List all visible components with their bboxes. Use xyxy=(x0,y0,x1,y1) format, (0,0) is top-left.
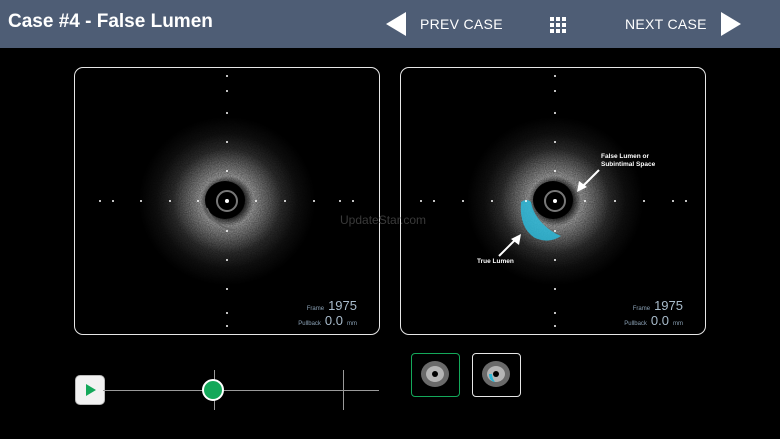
thumbnail-annotated[interactable] xyxy=(472,353,521,397)
ivus-image-right xyxy=(420,75,687,327)
thumbnail-annotated-image xyxy=(482,361,510,387)
thumbnail-original[interactable] xyxy=(411,353,460,397)
frame-readout-left: Frame 1975 Pullback 0.0 mm xyxy=(298,298,357,328)
thumbnail-ivus-image xyxy=(421,361,449,387)
frame-label: Frame xyxy=(306,306,325,312)
slider-tick xyxy=(343,370,344,410)
false-lumen-annotation-line2: Subintimal Space xyxy=(601,161,656,168)
grid-icon[interactable] xyxy=(550,17,566,33)
play-button[interactable] xyxy=(75,375,105,405)
case-title: Case #4 - False Lumen xyxy=(8,11,213,32)
pullback-unit: mm xyxy=(673,321,683,327)
prev-case-button[interactable]: PREV CASE xyxy=(386,12,503,36)
top-bar: Case #4 - False Lumen PREV CASE NEXT CAS… xyxy=(0,0,780,48)
ivus-view-left: Frame 1975 Pullback 0.0 mm xyxy=(74,67,380,335)
triangle-left-icon xyxy=(386,12,406,36)
triangle-right-icon xyxy=(720,12,741,36)
false-lumen-annotation-line1: False Lumen or xyxy=(601,153,650,160)
prev-case-label: PREV CASE xyxy=(420,16,503,32)
frame-value: 1975 xyxy=(654,298,683,313)
watermark: UpdateStar.com xyxy=(340,213,427,227)
frame-value: 1975 xyxy=(328,298,357,313)
ivus-view-right-annotated: False Lumen or Subintimal Space True Lum… xyxy=(400,67,706,335)
ivus-image-left xyxy=(99,75,354,327)
pullback-value: 0.0 xyxy=(324,313,343,328)
pullback-label: Pullback xyxy=(624,321,647,327)
true-lumen-annotation: True Lumen xyxy=(477,258,514,265)
play-icon xyxy=(86,384,96,396)
pullback-label: Pullback xyxy=(298,321,321,327)
frame-slider-track[interactable] xyxy=(103,390,379,391)
pullback-unit: mm xyxy=(347,321,357,327)
next-case-label: NEXT CASE xyxy=(625,16,707,32)
next-case-button[interactable]: NEXT CASE xyxy=(625,12,741,36)
pullback-value: 0.0 xyxy=(650,313,669,328)
frame-readout-right: Frame 1975 Pullback 0.0 mm xyxy=(624,298,683,328)
frame-label: Frame xyxy=(632,306,651,312)
frame-slider-thumb[interactable] xyxy=(202,379,225,401)
